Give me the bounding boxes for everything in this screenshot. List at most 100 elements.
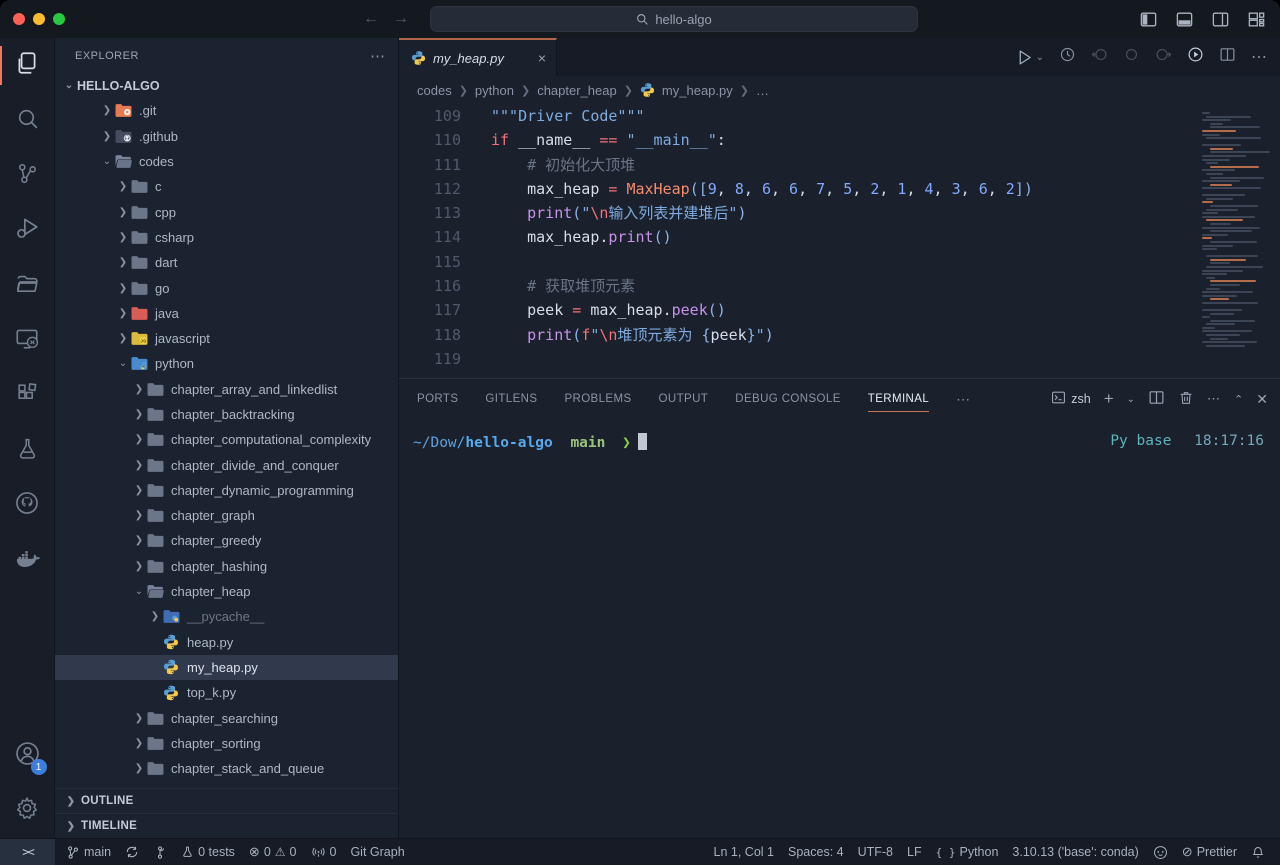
activity-folder-view[interactable]: [0, 258, 55, 313]
tree-item--github[interactable]: ❯.github: [55, 124, 398, 149]
tree-item--git[interactable]: ❯.git: [55, 98, 398, 123]
remote-indicator[interactable]: ><: [0, 839, 55, 865]
activity-testing[interactable]: [0, 423, 55, 478]
tree-item-hello-algo[interactable]: ⌄HELLO-ALGO: [55, 73, 398, 98]
code-editor[interactable]: 109110111112113114115116117118119 """Dri…: [399, 104, 1280, 378]
command-center-search[interactable]: hello-algo: [430, 6, 918, 32]
tree-item-dart[interactable]: ❯dart: [55, 250, 398, 275]
status-lf[interactable]: LF: [900, 845, 929, 859]
tree-item-chapter-graph[interactable]: ❯chapter_graph: [55, 503, 398, 528]
add-terminal-icon[interactable]: +: [1104, 389, 1114, 409]
tree-item-python[interactable]: ⌄python: [55, 351, 398, 376]
tree-item--pycache-[interactable]: ❯__pycache__: [55, 604, 398, 629]
tree-item-chapter-greedy[interactable]: ❯chapter_greedy: [55, 528, 398, 553]
split-terminal-icon[interactable]: [1148, 389, 1165, 409]
tree-item-chapter-heap[interactable]: ⌄chapter_heap: [55, 579, 398, 604]
status-ln-1-col-1[interactable]: Ln 1, Col 1: [707, 845, 781, 859]
tree-item-chapter-searching[interactable]: ❯chapter_searching: [55, 705, 398, 730]
more-actions-icon[interactable]: ⋯: [1251, 47, 1268, 67]
tree-item-chapter-backtracking[interactable]: ❯chapter_backtracking: [55, 402, 398, 427]
tree-item-heap-py[interactable]: heap.py: [55, 630, 398, 655]
toggle-secondary-sidebar-icon[interactable]: [1211, 10, 1230, 29]
status-0-0[interactable]: ⊗0⚠0: [242, 844, 304, 860]
tree-item-top-k-py[interactable]: top_k.py: [55, 680, 398, 705]
trash-icon[interactable]: [1178, 390, 1194, 409]
status-utf-8[interactable]: UTF-8: [851, 845, 900, 859]
activity-docker[interactable]: [0, 533, 55, 588]
status-prettier[interactable]: ⊘Prettier: [1175, 844, 1244, 860]
close-panel-icon[interactable]: ✕: [1256, 391, 1268, 408]
tab-my-heap-py[interactable]: my_heap.py ×: [399, 38, 557, 76]
activity-source-control[interactable]: [0, 148, 55, 203]
status-gitlens-icon[interactable]: [146, 845, 174, 860]
zoom-window-icon[interactable]: [53, 13, 65, 25]
breadcrumb-item[interactable]: …: [756, 83, 769, 98]
toggle-panel-icon[interactable]: [1175, 10, 1194, 29]
activity-search[interactable]: [0, 93, 55, 148]
nav-back-icon[interactable]: [1091, 46, 1108, 68]
tree-item-chapter-sorting[interactable]: ❯chapter_sorting: [55, 731, 398, 756]
terminal[interactable]: ~/Dow/hello-algo main ❯ Py base 18:17:16: [399, 419, 1280, 838]
panel-tab-output[interactable]: OUTPUT: [659, 379, 709, 419]
activity-explorer[interactable]: [0, 38, 55, 93]
breadcrumb-item[interactable]: chapter_heap: [537, 83, 617, 98]
timeline-section[interactable]: ❯ TIMELINE: [55, 813, 398, 838]
tree-item-chapter-array-and-linkedlist[interactable]: ❯chapter_array_and_linkedlist: [55, 377, 398, 402]
status-sync-icon[interactable]: [118, 845, 146, 859]
activity-run-debug[interactable]: [0, 203, 55, 258]
run-profile-icon[interactable]: [1187, 46, 1204, 68]
tree-item-chapter-stack-and-queue[interactable]: ❯chapter_stack_and_queue: [55, 756, 398, 781]
panel-tab-problems[interactable]: PROBLEMS: [564, 379, 631, 419]
minimize-window-icon[interactable]: [33, 13, 45, 25]
tree-item-java[interactable]: ❯java: [55, 301, 398, 326]
status-main[interactable]: main: [59, 845, 118, 860]
activity-github[interactable]: [0, 478, 55, 533]
toggle-sidebar-icon[interactable]: [1139, 10, 1158, 29]
activity-settings[interactable]: [0, 783, 55, 838]
tree-item-chapter-hashing[interactable]: ❯chapter_hashing: [55, 554, 398, 579]
tree-item-go[interactable]: ❯go: [55, 275, 398, 300]
breadcrumb-item[interactable]: python: [475, 83, 514, 98]
panel-tab-debug-console[interactable]: DEBUG CONSOLE: [735, 379, 841, 419]
outline-section[interactable]: ❯ OUTLINE: [55, 788, 398, 813]
nav-forward-icon[interactable]: [1155, 46, 1172, 68]
activity-extensions[interactable]: [0, 368, 55, 423]
tree-item-csharp[interactable]: ❯csharp: [55, 225, 398, 250]
nav-forward-icon[interactable]: →: [393, 10, 409, 28]
tree-item-cpp[interactable]: ❯cpp: [55, 199, 398, 224]
terminal-dropdown-icon[interactable]: ⌄: [1127, 394, 1135, 405]
run-python-button[interactable]: ⌄: [1016, 49, 1044, 66]
breadcrumb-item[interactable]: codes: [417, 83, 452, 98]
status-python[interactable]: { }Python: [929, 845, 1006, 859]
panel-tabs-overflow-icon[interactable]: ⋯: [956, 391, 971, 408]
shell-selector[interactable]: zsh: [1051, 390, 1090, 408]
timeline-history-icon[interactable]: [1059, 46, 1076, 68]
status-0-tests[interactable]: 0 tests: [174, 845, 242, 859]
maximize-panel-icon[interactable]: ⌃: [1234, 393, 1243, 406]
activity-accounts[interactable]: 1: [0, 728, 55, 783]
panel-tab-gitlens[interactable]: GITLENS: [485, 379, 537, 419]
status-0[interactable]: 0: [304, 845, 344, 859]
status-3-10-13-base-conda-[interactable]: 3.10.13 ('base': conda): [1005, 845, 1145, 859]
tree-item-c[interactable]: ❯c: [55, 174, 398, 199]
tree-item-chapter-dynamic-programming[interactable]: ❯chapter_dynamic_programming: [55, 478, 398, 503]
close-window-icon[interactable]: [13, 13, 25, 25]
tree-item-chapter-computational-complexity[interactable]: ❯chapter_computational_complexity: [55, 427, 398, 452]
tree-item-javascript[interactable]: ❯JSjavascript: [55, 326, 398, 351]
status-git-graph[interactable]: Git Graph: [343, 845, 411, 859]
split-editor-icon[interactable]: [1219, 46, 1236, 68]
tree-item-codes[interactable]: ⌄codes: [55, 149, 398, 174]
tree-item-my-heap-py[interactable]: my_heap.py: [55, 655, 398, 680]
tree-item-chapter-divide-and-conquer[interactable]: ❯chapter_divide_and_conquer: [55, 452, 398, 477]
breadcrumb-item[interactable]: my_heap.py: [662, 83, 733, 98]
activity-remote-explorer[interactable]: [0, 313, 55, 368]
nav-back-icon[interactable]: ←: [363, 10, 379, 28]
status-bell-icon[interactable]: [1244, 845, 1272, 860]
panel-tab-ports[interactable]: PORTS: [417, 379, 458, 419]
customize-layout-icon[interactable]: [1247, 10, 1266, 29]
status-spaces-4[interactable]: Spaces: 4: [781, 845, 851, 859]
close-tab-icon[interactable]: ×: [538, 50, 546, 66]
status-octoface-icon[interactable]: [1146, 845, 1175, 860]
more-icon[interactable]: ⋯: [1207, 391, 1221, 407]
explorer-more-icon[interactable]: ⋯: [370, 47, 386, 65]
